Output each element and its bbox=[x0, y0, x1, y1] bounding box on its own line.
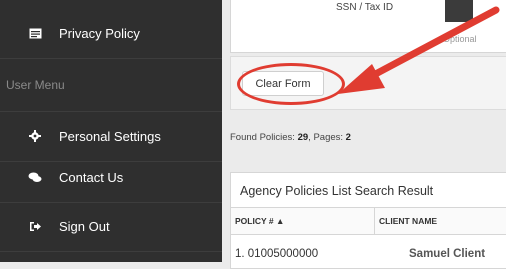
red-arrow-annotation bbox=[338, 6, 500, 94]
